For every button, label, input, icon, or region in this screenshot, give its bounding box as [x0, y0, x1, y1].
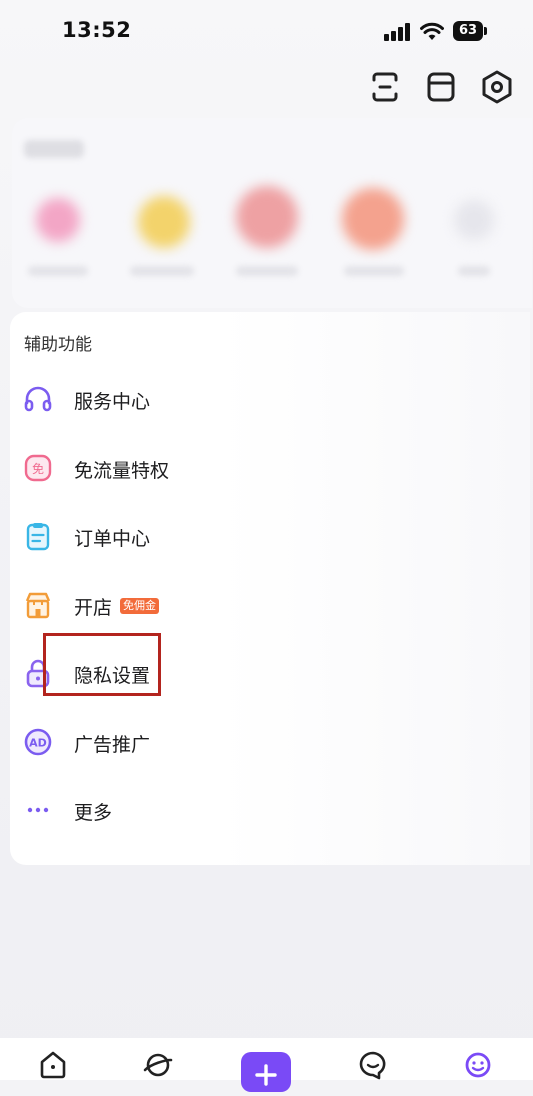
menu-item-advertising[interactable]: AD 广告推广: [20, 717, 280, 767]
message-icon[interactable]: [356, 1048, 390, 1080]
ad-icon: AD: [24, 728, 52, 756]
menu-item-label: 服务中心: [74, 391, 151, 413]
menu-item-label: 免流量特权: [74, 460, 170, 482]
svg-text:AD: AD: [29, 737, 47, 750]
store-box-icon[interactable]: [422, 68, 460, 106]
status-bar: 13:52 63: [0, 0, 533, 64]
status-time: 13:52: [62, 18, 132, 42]
free-data-icon: 免: [24, 454, 52, 482]
privacy-settings-highlight: [43, 633, 161, 696]
settings-hex-icon[interactable]: [478, 68, 516, 106]
battery-level: 63: [453, 21, 483, 41]
menu-item-order-center[interactable]: 订单中心: [20, 511, 280, 561]
plus-button[interactable]: [241, 1052, 291, 1092]
menu-item-label: 订单中心: [74, 528, 151, 550]
menu-item-free-data[interactable]: 免 免流量特权: [20, 443, 280, 493]
scan-icon[interactable]: [366, 68, 404, 106]
section-title: 辅助功能: [24, 335, 92, 355]
planet-icon[interactable]: [141, 1048, 175, 1080]
svg-text:免: 免: [32, 461, 44, 476]
menu-item-open-shop[interactable]: 开店 免佣金: [20, 580, 280, 630]
menu-item-label: 广告推广: [74, 734, 151, 756]
menu-item-service-center[interactable]: 服务中心: [20, 374, 280, 424]
recent-title-placeholder: [24, 140, 84, 158]
wifi-icon: [420, 22, 444, 40]
clipboard-icon: [26, 523, 50, 551]
profile-icon[interactable]: [461, 1048, 495, 1080]
recent-app-2[interactable]: [138, 196, 190, 248]
commission-free-badge: 免佣金: [120, 598, 159, 614]
recent-app-5[interactable]: [454, 200, 494, 240]
recent-app-4[interactable]: [342, 188, 404, 250]
bottom-nav: [0, 1038, 533, 1092]
menu-item-more[interactable]: 更多: [20, 785, 280, 835]
recent-app-3[interactable]: [236, 186, 298, 248]
menu-item-label: 开店: [74, 597, 113, 619]
top-toolbar: [362, 68, 522, 108]
headset-icon: [24, 386, 52, 412]
plus-icon: [255, 1064, 277, 1086]
shop-icon: [25, 592, 51, 619]
more-dots-icon: [27, 807, 49, 813]
cellular-signal-icon: [384, 23, 410, 41]
recent-app-1[interactable]: [36, 198, 80, 242]
home-icon[interactable]: [36, 1048, 70, 1080]
menu-item-label: 更多: [74, 802, 113, 824]
battery-icon: 63: [453, 21, 487, 41]
